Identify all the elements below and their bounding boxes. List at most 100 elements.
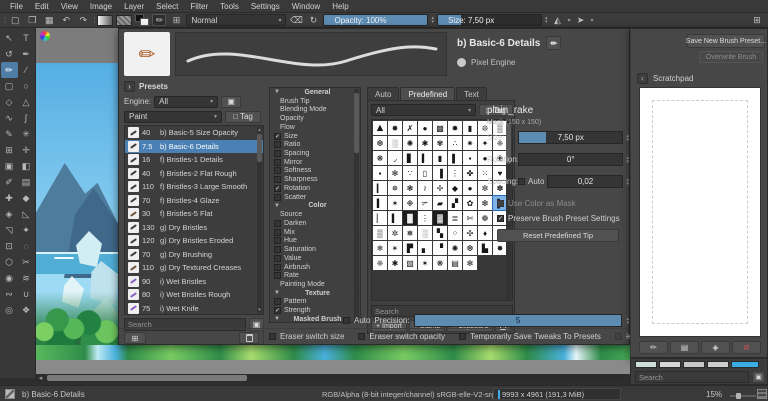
tab-auto[interactable]: Auto xyxy=(367,87,399,100)
tool-enclose-fill[interactable]: ◈ xyxy=(1,206,18,222)
tool-color-sampler[interactable]: ✐ xyxy=(1,174,18,190)
color-selector-widget[interactable] xyxy=(40,31,50,41)
brush-tip-tile[interactable]: ▖ xyxy=(418,241,432,255)
brush-tip-tile[interactable]: ✵ xyxy=(388,181,402,195)
save-new-brush-preset-button[interactable]: Save New Brush Preset... xyxy=(687,34,765,48)
option-color[interactable]: ▼Color xyxy=(270,202,360,211)
option-texture[interactable]: ▼Texture xyxy=(270,289,360,298)
brush-tip-tile[interactable]: ≀ xyxy=(418,181,432,195)
tool-pointer[interactable]: ↖ xyxy=(1,30,18,46)
tool-calligraphy[interactable]: ✒ xyxy=(18,46,35,62)
brush-tip-tile[interactable]: ✹ xyxy=(448,121,462,135)
brush-tip-tile[interactable]: ▞ xyxy=(448,196,462,210)
canvas-bottom-strip[interactable] xyxy=(36,345,650,360)
tip-rotation-spinner[interactable]: ▴▾ xyxy=(626,156,629,164)
option-checkbox[interactable] xyxy=(274,255,281,262)
tool-gradient[interactable]: ◧ xyxy=(18,158,35,174)
menu-filter[interactable]: Filter xyxy=(184,2,214,11)
opacity-spinner[interactable]: ▴▾ xyxy=(431,16,434,24)
brush-tip-tile[interactable]: ❄ xyxy=(373,241,387,255)
tag-button[interactable]: □ Tag xyxy=(225,111,261,123)
zoom-slider[interactable] xyxy=(730,395,756,397)
rename-preset-button[interactable]: ✏ xyxy=(546,36,561,50)
tool-bezier-curve[interactable]: ∿ xyxy=(1,110,18,126)
tool-ellipse-select[interactable]: ◌ xyxy=(18,238,35,254)
option-airbrush[interactable]: Airbrush∙ xyxy=(270,263,360,272)
option-checkbox[interactable] xyxy=(274,176,281,183)
option-rotation[interactable]: ✓Rotation∙ xyxy=(270,184,360,193)
footer-checkbox-temporarily-save-tweaks-to-presets[interactable]: Temporarily Save Tweaks To Presets xyxy=(459,332,601,341)
redo-icon[interactable]: ↷ xyxy=(76,14,90,26)
preset-row[interactable]: 120g) Dry Bristles Eroded xyxy=(125,234,263,248)
brush-tip-tile[interactable]: ❉ xyxy=(403,196,417,210)
tool-freehand-brush[interactable]: ✏ xyxy=(1,62,18,78)
brush-tip-tile[interactable]: ❆ xyxy=(463,241,477,255)
precision-slider[interactable]: 5 xyxy=(414,314,623,327)
menu-view[interactable]: View xyxy=(55,2,84,11)
option-spacing[interactable]: Spacing∙ xyxy=(270,149,360,158)
option-flow[interactable]: Flow∙ xyxy=(270,123,360,132)
brush-tip-tile[interactable]: ❆ xyxy=(373,136,387,150)
canvas-viewport[interactable]: ❖ xyxy=(36,28,118,345)
scrollbar-handle[interactable] xyxy=(47,375,247,381)
brush-tip-tile[interactable]: ✿ xyxy=(463,196,477,210)
save-document-icon[interactable]: ▦ xyxy=(42,14,56,26)
brush-tip-tile[interactable]: ✶ xyxy=(418,256,432,270)
option-checkbox[interactable] xyxy=(274,229,281,236)
preset-row[interactable]: 7.5b) Basic-6 Details xyxy=(125,140,263,154)
brush-tip-tile[interactable]: ✻ xyxy=(388,166,402,180)
toolbar-grip[interactable]: ⁞ xyxy=(4,16,5,25)
section-collapse-icon[interactable]: ▼ xyxy=(274,203,280,209)
chevron-down-icon[interactable]: ▾ xyxy=(591,17,594,24)
mirror-tool-icon[interactable]: ◭ xyxy=(551,14,565,26)
option-mix[interactable]: Mix∙ xyxy=(270,228,360,237)
tip-size-slider[interactable]: 7,50 px xyxy=(518,131,623,144)
brush-tip-tile[interactable]: ∴ xyxy=(448,136,462,150)
checkbox[interactable] xyxy=(459,333,466,340)
brush-tip-tile[interactable]: █ xyxy=(403,211,417,225)
tool-bezier-select[interactable]: ∾ xyxy=(1,286,18,302)
docker-thumbnail-highlight[interactable] xyxy=(731,361,759,368)
status-document-info[interactable]: 9993 x 4961 (191,3 MiB) xyxy=(493,388,621,400)
menu-window[interactable]: Window xyxy=(286,2,326,11)
tool-assistants[interactable]: ◺ xyxy=(18,206,35,222)
option-checkbox[interactable] xyxy=(274,298,281,305)
brush-tip-tile[interactable]: ▍ xyxy=(373,196,387,210)
precision-spinner[interactable]: ▴▾ xyxy=(626,317,629,325)
reset-predefined-tip-button[interactable]: Reset Predefined Tip xyxy=(497,229,619,242)
tip-filter-dropdown[interactable]: All ▾ xyxy=(371,104,476,116)
option-value[interactable]: Value∙ xyxy=(270,254,360,263)
tool-magnetic-select[interactable]: ∪ xyxy=(18,286,35,302)
tab-text[interactable]: Text xyxy=(456,87,487,100)
brush-tip-tile[interactable]: ▮ xyxy=(433,151,447,165)
brush-tip-tile[interactable]: ▎ xyxy=(373,181,387,195)
preset-row[interactable]: 40f) Bristles-2 Flat Rough xyxy=(125,167,263,181)
brush-tip-tile[interactable]: ✤ xyxy=(463,166,477,180)
docker-search-options-button[interactable]: ▣ xyxy=(752,371,765,383)
brush-tip-tile[interactable]: ❃ xyxy=(403,181,417,195)
brush-tip-tile[interactable]: ● xyxy=(463,181,477,195)
tool-dynamic-brush[interactable]: ✎ xyxy=(1,126,18,142)
brush-tip-tile[interactable]: ✻ xyxy=(463,256,477,270)
preset-row[interactable]: 40b) Basic-5 Size Opacity xyxy=(125,126,263,140)
option-checkbox[interactable]: ✓ xyxy=(274,133,281,140)
option-checkbox[interactable] xyxy=(274,220,281,227)
brush-tip-tile[interactable]: ❈ xyxy=(373,256,387,270)
add-preset-button[interactable]: ⊞ xyxy=(124,332,146,344)
zoom-slider-handle[interactable] xyxy=(736,393,741,399)
brush-tip-tile[interactable]: ✷ xyxy=(463,136,477,150)
brush-tip-tile[interactable]: ▌ xyxy=(448,151,462,165)
tool-reference-images[interactable]: ✦ xyxy=(18,222,35,238)
option-checkbox[interactable] xyxy=(274,272,281,279)
tool-line[interactable]: ∕ xyxy=(18,62,35,78)
brush-tip-tile[interactable]: ◆ xyxy=(448,181,462,195)
spacing-value-input[interactable]: 0,02 xyxy=(547,175,623,188)
tool-similar-select[interactable]: ≋ xyxy=(18,270,35,286)
tool-rectangle[interactable]: ▢ xyxy=(1,78,18,94)
blending-mode-dropdown[interactable]: Normal ▾ xyxy=(186,14,286,26)
presets-expander-icon[interactable]: › xyxy=(124,81,135,92)
brush-tip-tile[interactable]: ▚ xyxy=(433,226,447,240)
brush-tip-tile[interactable]: ✶ xyxy=(388,196,402,210)
preset-row[interactable]: 30f) Bristles-5 Flat xyxy=(125,207,263,221)
footer-checkbox-eraser-switch-opacity[interactable]: Eraser switch opacity xyxy=(358,332,445,341)
